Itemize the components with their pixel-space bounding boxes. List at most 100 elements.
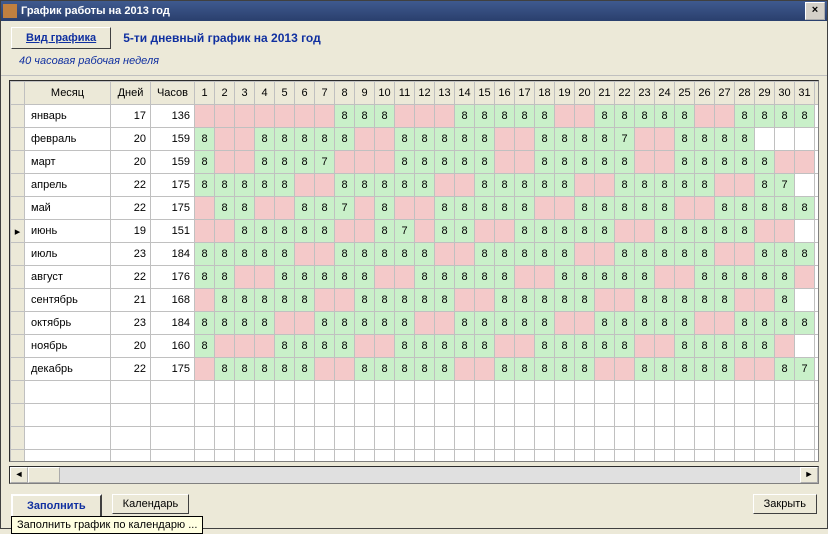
day-cell[interactable]: 8 [555,358,575,381]
day-cell[interactable] [215,128,235,151]
day-cell[interactable]: 8 [495,312,515,335]
month-cell[interactable]: февраль [25,128,111,151]
view-type-button[interactable]: Вид графика [11,27,111,49]
col-days[interactable]: Дней [111,82,151,105]
day-cell[interactable] [235,151,255,174]
day-cell[interactable] [655,128,675,151]
days-cell[interactable]: 22 [111,358,151,381]
day-cell[interactable]: 8 [235,358,255,381]
day-cell[interactable]: 8 [775,105,795,128]
scroll-thumb[interactable] [28,467,60,483]
day-cell[interactable]: 8 [635,243,655,266]
day-cell[interactable] [195,197,215,220]
col-day[interactable]: 20 [575,82,595,105]
day-cell[interactable] [215,335,235,358]
day-cell[interactable]: 8 [755,151,775,174]
day-cell[interactable]: 8 [775,289,795,312]
day-cell[interactable]: 8 [335,128,355,151]
day-cell[interactable]: 8 [775,243,795,266]
day-cell[interactable]: 8 [715,289,735,312]
table-row[interactable]: октябрь2318488888888888888888888888 [11,312,820,335]
day-cell[interactable] [635,128,655,151]
day-cell[interactable]: 8 [395,358,415,381]
day-cell[interactable] [355,197,375,220]
day-cell[interactable]: 8 [415,335,435,358]
day-cell[interactable]: 8 [475,243,495,266]
day-cell[interactable] [255,197,275,220]
hours-cell[interactable]: 175 [151,358,195,381]
day-cell[interactable] [335,289,355,312]
day-cell[interactable]: 8 [735,220,755,243]
days-cell[interactable]: 22 [111,266,151,289]
day-cell[interactable]: 8 [675,243,695,266]
day-cell[interactable] [495,151,515,174]
day-cell[interactable]: 8 [735,335,755,358]
day-cell[interactable]: 8 [355,243,375,266]
day-cell[interactable]: 8 [395,312,415,335]
day-cell[interactable]: 8 [655,197,675,220]
day-cell[interactable]: 8 [635,197,655,220]
day-cell[interactable]: 8 [775,197,795,220]
day-cell[interactable]: 8 [455,335,475,358]
day-cell[interactable]: 8 [375,289,395,312]
day-cell[interactable]: 8 [795,197,815,220]
close-button[interactable]: Закрыть [753,494,817,514]
close-icon[interactable]: × [805,2,825,20]
day-cell[interactable]: 8 [275,151,295,174]
day-cell[interactable]: 8 [455,105,475,128]
day-cell[interactable]: 7 [315,151,335,174]
col-day[interactable]: 28 [735,82,755,105]
col-day[interactable]: 10 [375,82,395,105]
day-cell[interactable]: 8 [695,174,715,197]
day-cell[interactable]: 8 [775,358,795,381]
day-cell[interactable]: 8 [375,105,395,128]
day-cell[interactable]: 8 [295,289,315,312]
day-cell[interactable]: 8 [335,266,355,289]
day-cell[interactable]: 7 [335,197,355,220]
day-cell[interactable] [795,335,815,358]
day-cell[interactable] [595,243,615,266]
day-cell[interactable] [435,243,455,266]
day-cell[interactable] [235,128,255,151]
day-cell[interactable]: 8 [375,358,395,381]
day-cell[interactable]: 8 [435,197,455,220]
day-cell[interactable]: 8 [515,358,535,381]
month-cell[interactable]: январь [25,105,111,128]
day-cell[interactable]: 8 [755,174,775,197]
table-row[interactable]: август221768888888888888888888888 [11,266,820,289]
hours-cell[interactable]: 136 [151,105,195,128]
day-cell[interactable]: 8 [535,243,555,266]
day-cell[interactable]: 8 [495,105,515,128]
day-cell[interactable]: 8 [295,151,315,174]
day-cell[interactable]: 8 [335,312,355,335]
day-cell[interactable] [515,266,535,289]
day-cell[interactable]: 8 [675,289,695,312]
day-cell[interactable]: 8 [315,266,335,289]
scroll-right-icon[interactable]: ► [800,467,818,483]
day-cell[interactable]: 8 [235,174,255,197]
day-cell[interactable] [775,335,795,358]
day-cell[interactable] [575,312,595,335]
day-cell[interactable]: 8 [375,174,395,197]
day-cell[interactable] [555,197,575,220]
day-cell[interactable] [395,197,415,220]
day-cell[interactable] [215,220,235,243]
day-cell[interactable]: 8 [495,197,515,220]
day-cell[interactable]: 8 [795,243,815,266]
day-cell[interactable]: 7 [775,174,795,197]
col-day[interactable]: 16 [495,82,515,105]
day-cell[interactable] [495,335,515,358]
day-cell[interactable]: 8 [535,151,555,174]
col-day[interactable]: 19 [555,82,575,105]
day-cell[interactable]: 8 [335,335,355,358]
day-cell[interactable] [795,289,815,312]
col-day[interactable]: 26 [695,82,715,105]
day-cell[interactable] [775,151,795,174]
day-cell[interactable]: 8 [695,220,715,243]
day-cell[interactable]: 8 [575,335,595,358]
day-cell[interactable]: 8 [655,358,675,381]
day-cell[interactable]: 8 [755,266,775,289]
day-cell[interactable]: 8 [675,105,695,128]
col-day[interactable]: 11 [395,82,415,105]
day-cell[interactable] [475,358,495,381]
